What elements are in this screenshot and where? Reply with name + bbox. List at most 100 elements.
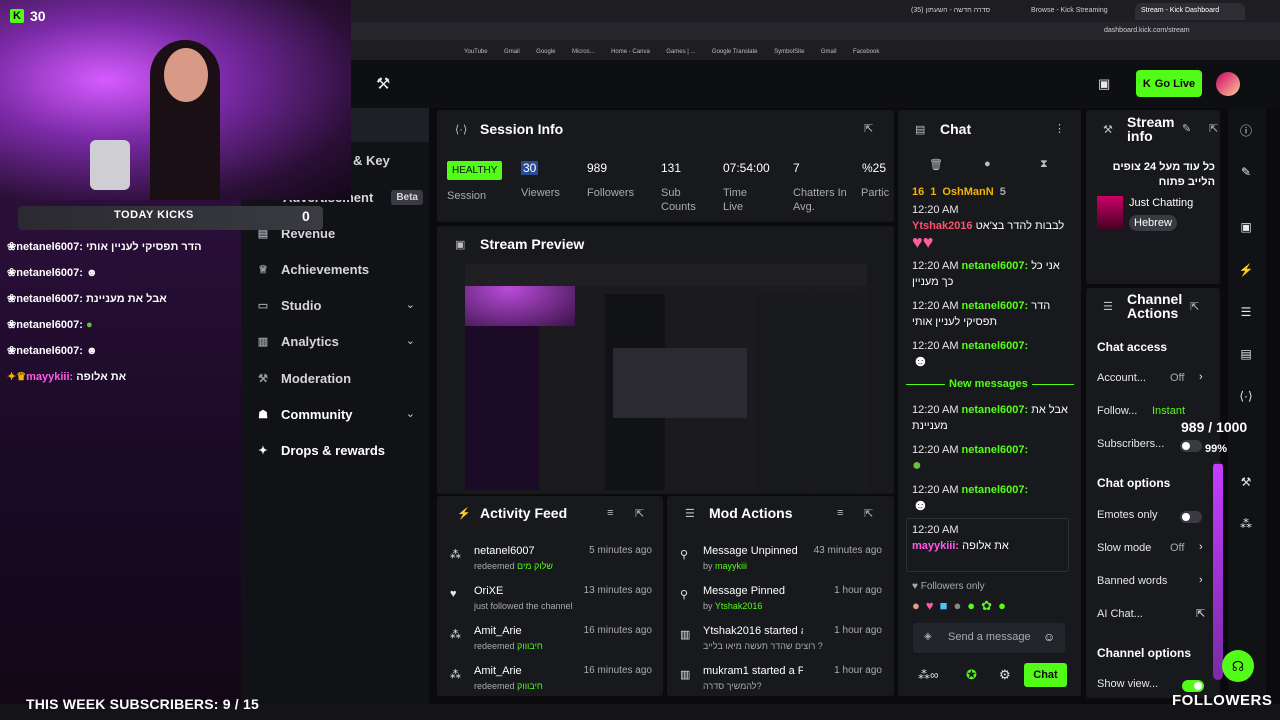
chat-time: 12:20 AM bbox=[912, 204, 959, 216]
sidebar-item-studio[interactable]: ▭ Studio bbox=[257, 298, 417, 313]
bookmark[interactable]: YouTube bbox=[464, 49, 488, 55]
show-viewers-toggle[interactable] bbox=[1182, 680, 1204, 692]
banned-words-row[interactable]: Banned words bbox=[1097, 575, 1167, 587]
emotes-only-row[interactable]: Emotes only bbox=[1097, 509, 1158, 521]
chevron-down-icon[interactable]: ⌄ bbox=[406, 298, 415, 311]
bookmark[interactable]: Gmail bbox=[504, 49, 520, 55]
popout-icon[interactable]: ⇱ bbox=[1209, 122, 1218, 135]
bookmark[interactable]: Micros... bbox=[572, 49, 595, 55]
bookmark[interactable]: Gmail bbox=[821, 49, 837, 55]
chat-user[interactable]: Ytshak2016 bbox=[912, 220, 973, 232]
popout-icon[interactable]: ⇱ bbox=[635, 507, 644, 520]
chevron-right-icon[interactable]: › bbox=[1199, 371, 1203, 383]
gear-icon[interactable]: ⚙ bbox=[999, 667, 1011, 683]
show-viewers-row[interactable]: Show view... bbox=[1097, 678, 1158, 690]
overlay-chat-line: ❀netanel6007: הדר תפסיקי לעניין אותי bbox=[7, 241, 202, 253]
shield-icon: ◈ bbox=[924, 631, 932, 642]
studio-icon[interactable]: ▣ bbox=[1098, 76, 1110, 92]
emote-icon[interactable]: ● bbox=[912, 598, 920, 616]
kick-icon[interactable]: ✪ bbox=[966, 667, 977, 683]
filter-icon[interactable]: ≡ bbox=[607, 507, 613, 519]
stream-preview-title: Stream Preview bbox=[480, 236, 585, 252]
overlay-chat-line: ✦♛mayykiii: את אלופה bbox=[7, 370, 126, 383]
bookmark[interactable]: Google bbox=[536, 49, 555, 55]
chat-user[interactable]: netanel6007: bbox=[962, 404, 1029, 416]
account-age-row[interactable]: Account... bbox=[1097, 372, 1146, 384]
emoji-icon[interactable]: ☺ bbox=[1043, 630, 1055, 644]
sidebar-item-achievements[interactable]: ♕ Achievements bbox=[257, 262, 369, 277]
follower-mode-row[interactable]: Follow... bbox=[1097, 405, 1137, 417]
rewards-icon[interactable]: ⁂∞ bbox=[918, 668, 939, 682]
info-icon[interactable]: ⓘ bbox=[1234, 118, 1258, 142]
sidebar-item-stream-key[interactable]: & Key bbox=[353, 153, 390, 168]
lightning-icon[interactable]: ⚡ bbox=[1234, 258, 1258, 282]
slow-mode-row[interactable]: Slow mode bbox=[1097, 542, 1151, 554]
emote-icon[interactable]: ✿ bbox=[981, 598, 992, 616]
bookmark[interactable]: Games | ... bbox=[666, 49, 695, 55]
chat-bubble-icon[interactable]: ● bbox=[984, 158, 991, 170]
top-gifter[interactable]: OshManN bbox=[942, 186, 993, 198]
list-icon[interactable]: ☰ bbox=[1234, 300, 1258, 324]
session-icon[interactable]: ⟨·⟩ bbox=[1234, 384, 1258, 408]
popout-icon[interactable]: ⇱ bbox=[1190, 300, 1199, 313]
emote-icon[interactable]: ■ bbox=[940, 598, 948, 616]
new-messages-label[interactable]: New messages bbox=[945, 378, 1032, 390]
feed-user[interactable]: Amit_Arie bbox=[474, 625, 522, 637]
community-icon[interactable]: ⁂ bbox=[1234, 512, 1258, 536]
go-live-button[interactable]: K Go Live bbox=[1136, 70, 1202, 97]
pencil-icon[interactable]: ✎ bbox=[1182, 122, 1191, 135]
sidebar-item-analytics[interactable]: ▥ Analytics bbox=[257, 334, 339, 349]
hammer-icon[interactable]: ⚒ bbox=[376, 74, 390, 94]
subscribers-row[interactable]: Subscribers... bbox=[1097, 438, 1164, 450]
browser-tab[interactable]: (35) סדרה חדשה - השעתון bbox=[905, 3, 1025, 20]
stream-preview-video[interactable] bbox=[465, 264, 867, 490]
chat-user[interactable]: mayykiii: bbox=[912, 540, 959, 552]
sidebar-item-moderation[interactable]: ⚒ Moderation bbox=[257, 371, 351, 386]
feed-user[interactable]: Amit_Arie bbox=[474, 665, 522, 677]
sidebar-item-community[interactable]: ☗ Community bbox=[257, 407, 352, 422]
ai-chat-row[interactable]: AI Chat... bbox=[1097, 608, 1143, 620]
chat-user[interactable]: netanel6007: bbox=[962, 484, 1029, 496]
feed-user[interactable]: OriXE bbox=[474, 585, 503, 597]
bookmark[interactable]: Google Translate bbox=[712, 49, 758, 55]
pencil-icon[interactable]: ✎ bbox=[1234, 160, 1258, 184]
emote-icon[interactable]: ● bbox=[967, 598, 975, 616]
subscribers-toggle[interactable] bbox=[1180, 440, 1202, 452]
video-icon[interactable]: ▣ bbox=[1234, 215, 1258, 239]
chevron-right-icon[interactable]: › bbox=[1199, 574, 1203, 586]
more-icon[interactable]: ⋮ bbox=[1054, 122, 1065, 135]
trash-icon[interactable]: 🗑 bbox=[929, 158, 943, 171]
chat-user[interactable]: netanel6007: bbox=[962, 300, 1029, 312]
chat-icon[interactable]: ▤ bbox=[1234, 342, 1258, 366]
bookmark[interactable]: SymbolSite bbox=[774, 49, 804, 55]
external-link-icon[interactable]: ⇱ bbox=[1196, 607, 1205, 620]
bookmark[interactable]: Home - Canva bbox=[611, 49, 650, 55]
feed-user[interactable]: netanel6007 bbox=[474, 545, 535, 557]
popout-icon[interactable]: ⇱ bbox=[864, 507, 873, 520]
chat-input[interactable]: ◈ Send a message ☺ bbox=[913, 623, 1065, 653]
chevron-down-icon[interactable]: ⌄ bbox=[406, 407, 415, 420]
chat-user[interactable]: netanel6007: bbox=[962, 340, 1029, 352]
avatar[interactable] bbox=[1216, 72, 1240, 96]
send-chat-button[interactable]: Chat bbox=[1024, 663, 1067, 687]
wrench-icon[interactable]: ⚒ bbox=[1234, 470, 1258, 494]
emote-icon[interactable]: ● bbox=[953, 598, 961, 616]
chat-user[interactable]: netanel6007: bbox=[962, 260, 1029, 272]
emote-icon[interactable]: ● bbox=[998, 598, 1006, 616]
browser-tab[interactable]: Browse - Kick Streaming bbox=[1025, 3, 1135, 20]
category-thumbnail[interactable] bbox=[1097, 196, 1123, 230]
chat-user[interactable]: netanel6007: bbox=[962, 444, 1029, 456]
chat-text: את אלופה bbox=[962, 540, 1009, 552]
category-name[interactable]: Just Chatting bbox=[1129, 197, 1193, 209]
chevron-right-icon[interactable]: › bbox=[1199, 541, 1203, 553]
sidebar-item-drops[interactable]: ✦ Drops & rewards bbox=[257, 443, 385, 458]
emotes-only-toggle[interactable] bbox=[1180, 511, 1202, 523]
emote-bar[interactable]: ● ♥ ■ ● ● ✿ ● bbox=[912, 598, 1068, 616]
heart-emote-icon[interactable]: ♥ bbox=[926, 598, 934, 616]
filter-icon[interactable]: ≡ bbox=[837, 507, 843, 519]
chevron-down-icon[interactable]: ⌄ bbox=[406, 334, 415, 347]
browser-tab-active[interactable]: Stream - Kick Dashboard bbox=[1135, 3, 1245, 20]
hourglass-icon[interactable]: ⧗ bbox=[1040, 158, 1048, 171]
popout-icon[interactable]: ⇱ bbox=[864, 122, 873, 135]
bookmark[interactable]: Facebook bbox=[853, 49, 879, 55]
